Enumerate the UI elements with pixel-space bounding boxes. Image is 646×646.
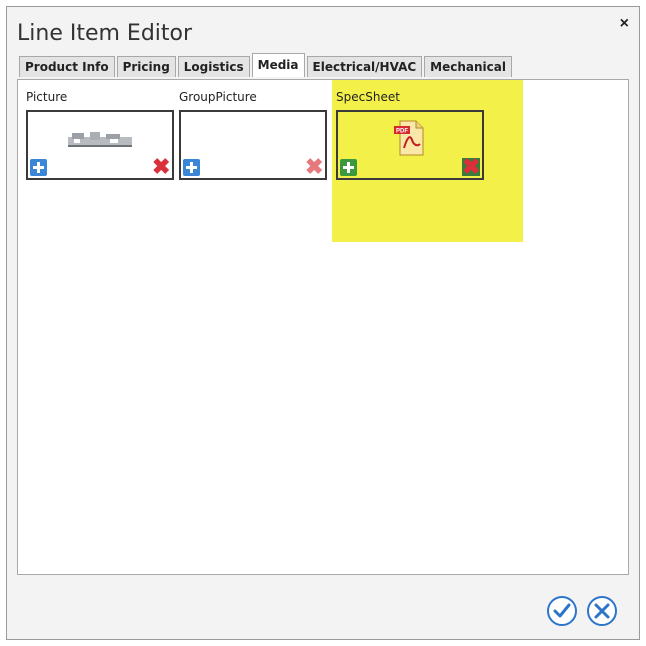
delete-grouppicture-button[interactable]: ✖: [305, 155, 323, 179]
delete-picture-button[interactable]: ✖: [152, 155, 170, 179]
add-picture-button[interactable]: [30, 159, 47, 176]
specsheet-thumbnail[interactable]: PDF ✖: [336, 110, 484, 180]
equipment-thumbnail-icon: [68, 132, 132, 147]
slot-label: SpecSheet: [336, 90, 400, 104]
close-icon[interactable]: ×: [620, 15, 629, 33]
cancel-button[interactable]: [587, 596, 617, 626]
svg-text:PDF: PDF: [396, 129, 408, 135]
tab-mechanical[interactable]: Mechanical: [424, 56, 512, 77]
tab-electrical-hvac[interactable]: Electrical/HVAC: [306, 56, 423, 77]
pdf-document-icon: PDF: [394, 120, 424, 156]
grouppicture-thumbnail[interactable]: ✖: [179, 110, 327, 180]
add-specsheet-button[interactable]: [340, 159, 357, 176]
check-circle-icon: [553, 603, 571, 618]
tab-product-info[interactable]: Product Info: [19, 56, 115, 77]
tab-logistics[interactable]: Logistics: [177, 56, 250, 77]
dialog-title: Line Item Editor: [17, 21, 193, 46]
x-circle-icon: [594, 603, 610, 619]
ok-button[interactable]: [547, 596, 577, 626]
tab-bar: Product Info Pricing Logistics Media Ele…: [19, 53, 514, 77]
media-panel: Picture ✖ GroupPicture ✖ SpecSheet PDF ✖: [17, 79, 629, 575]
add-grouppicture-button[interactable]: [183, 159, 200, 176]
slot-label: GroupPicture: [179, 90, 257, 104]
tab-media[interactable]: Media: [251, 53, 305, 77]
media-slot-grouppicture: GroupPicture ✖: [179, 90, 327, 180]
slot-label: Picture: [26, 90, 68, 104]
line-item-editor-dialog: Line Item Editor × Product Info Pricing …: [6, 6, 640, 640]
delete-specsheet-button[interactable]: ✖: [462, 155, 480, 179]
media-slot-specsheet: SpecSheet PDF ✖: [336, 90, 484, 180]
tab-pricing[interactable]: Pricing: [116, 56, 176, 77]
picture-thumbnail[interactable]: ✖: [26, 110, 174, 180]
media-slot-picture: Picture ✖: [26, 90, 174, 180]
